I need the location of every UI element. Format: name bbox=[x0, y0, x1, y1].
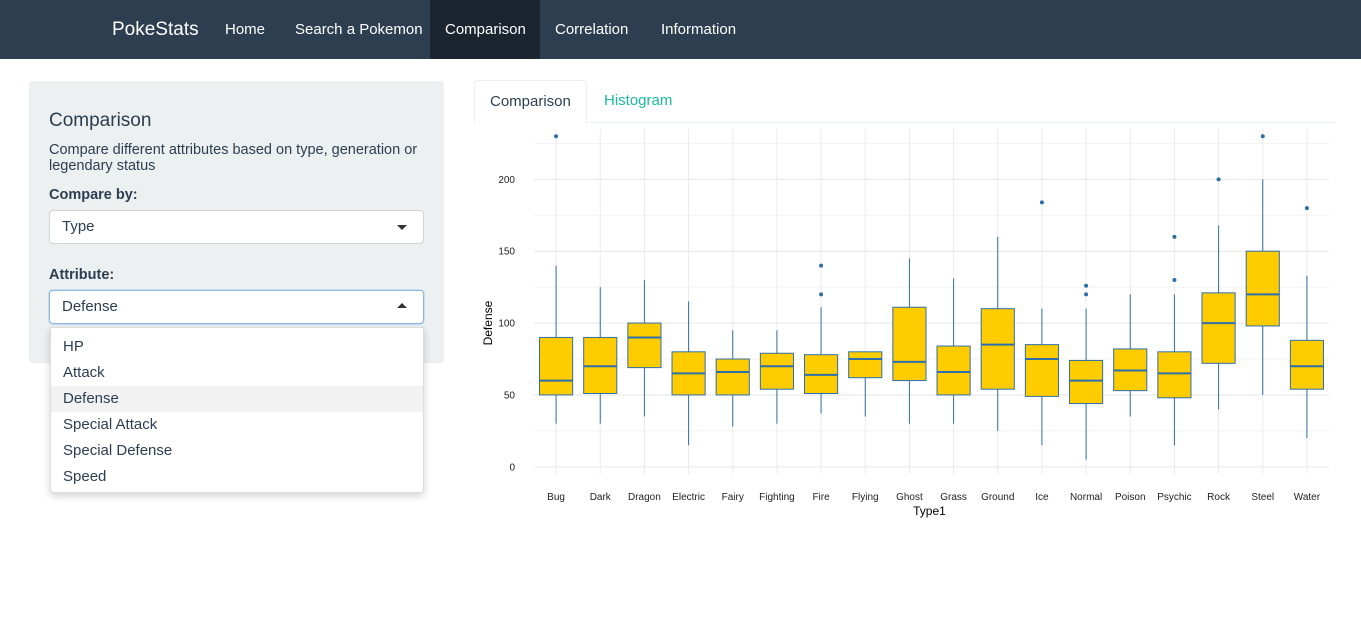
nav-information[interactable]: Information bbox=[646, 0, 751, 59]
option-special-attack[interactable]: Special Attack bbox=[51, 412, 423, 438]
brand-logo[interactable]: PokeStats bbox=[112, 0, 199, 59]
box-ground bbox=[980, 308, 1015, 390]
box-water bbox=[1289, 339, 1324, 390]
outlier-point bbox=[1216, 177, 1221, 182]
outlier-point bbox=[819, 292, 824, 297]
sidebar-panel: Comparison Compare different attributes … bbox=[29, 81, 444, 363]
outlier-point bbox=[1260, 134, 1265, 139]
sidebar-description: Compare different attributes based on ty… bbox=[49, 142, 418, 174]
x-tick-label: Flying bbox=[852, 492, 879, 503]
y-tick-label: 100 bbox=[498, 319, 515, 330]
x-tick-label: Rock bbox=[1207, 492, 1231, 503]
outlier-point bbox=[1084, 283, 1089, 288]
outlier-point bbox=[554, 134, 559, 139]
box-fighting bbox=[759, 352, 794, 390]
x-tick-label: Fairy bbox=[722, 492, 744, 503]
x-tick-label: Psychic bbox=[1157, 492, 1191, 503]
y-tick-label: 150 bbox=[498, 247, 515, 258]
attribute-select[interactable]: Defense bbox=[49, 290, 424, 324]
y-tick-label: 200 bbox=[498, 175, 515, 186]
nav-search-pokemon[interactable]: Search a Pokemon bbox=[280, 0, 438, 59]
x-tick-label: Dark bbox=[590, 492, 612, 503]
y-tick-label: 0 bbox=[509, 462, 515, 473]
box-flying bbox=[848, 351, 883, 379]
y-tick-label: 50 bbox=[504, 390, 516, 401]
x-tick-label: Ghost bbox=[896, 492, 923, 503]
option-hp[interactable]: HP bbox=[51, 334, 423, 360]
x-tick-label: Poison bbox=[1115, 492, 1146, 503]
y-axis-title: Defense bbox=[481, 300, 495, 345]
option-defense[interactable]: Defense bbox=[51, 386, 423, 412]
compare-by-label: Compare by: bbox=[49, 187, 138, 203]
compare-by-select[interactable]: Type bbox=[49, 210, 424, 244]
box-ice bbox=[1024, 344, 1059, 397]
box-ghost bbox=[892, 306, 927, 382]
navbar: PokeStats Home Search a Pokemon Comparis… bbox=[0, 0, 1361, 59]
x-tick-label: Normal bbox=[1070, 492, 1102, 503]
box-steel bbox=[1245, 250, 1280, 327]
attribute-dropdown-menu: HP Attack Defense Special Attack Special… bbox=[50, 327, 424, 493]
box-bug bbox=[539, 336, 574, 396]
x-axis-title: Type1 bbox=[913, 504, 946, 518]
x-tick-label: Steel bbox=[1251, 492, 1274, 503]
chevron-down-icon bbox=[397, 225, 407, 230]
outlier-point bbox=[819, 263, 824, 268]
tab-histogram[interactable]: Histogram bbox=[589, 80, 687, 123]
attribute-value: Defense bbox=[62, 298, 118, 315]
compare-by-value: Type bbox=[62, 218, 95, 235]
x-tick-label: Fire bbox=[812, 492, 830, 503]
chevron-up-icon bbox=[397, 303, 407, 308]
outlier-point bbox=[1084, 292, 1089, 297]
nav-comparison[interactable]: Comparison bbox=[430, 0, 540, 59]
outlier-point bbox=[1172, 234, 1177, 239]
box-grass bbox=[936, 345, 971, 396]
tab-comparison[interactable]: Comparison bbox=[474, 80, 587, 124]
box-psychic bbox=[1157, 351, 1192, 399]
sidebar-title: Comparison bbox=[49, 110, 152, 131]
x-tick-label: Dragon bbox=[628, 492, 661, 503]
option-speed[interactable]: Speed bbox=[51, 464, 423, 490]
x-tick-label: Ground bbox=[981, 492, 1014, 503]
box-fairy bbox=[715, 358, 750, 396]
x-tick-label: Bug bbox=[547, 492, 565, 503]
outlier-point bbox=[1304, 206, 1309, 211]
nav-correlation[interactable]: Correlation bbox=[540, 0, 643, 59]
option-special-defense[interactable]: Special Defense bbox=[51, 438, 423, 464]
box-dragon bbox=[627, 322, 662, 369]
box-normal bbox=[1069, 359, 1104, 405]
outlier-point bbox=[1039, 200, 1044, 205]
outlier-point bbox=[1172, 277, 1177, 282]
box-rock bbox=[1201, 292, 1236, 364]
x-tick-label: Ice bbox=[1035, 492, 1049, 503]
nav-home[interactable]: Home bbox=[210, 0, 280, 59]
option-attack[interactable]: Attack bbox=[51, 360, 423, 386]
tab-bar: Comparison Histogram bbox=[474, 80, 1336, 124]
x-tick-label: Grass bbox=[940, 492, 967, 503]
x-tick-label: Fighting bbox=[759, 492, 795, 503]
x-tick-label: Water bbox=[1294, 492, 1321, 503]
boxplot-chart: 0 50 100 150 200 Bug Dark Dragon Electric Fairy Fi… bbox=[481, 129, 1329, 518]
x-tick-label: Electric bbox=[672, 492, 705, 503]
attribute-label: Attribute: bbox=[49, 267, 115, 283]
